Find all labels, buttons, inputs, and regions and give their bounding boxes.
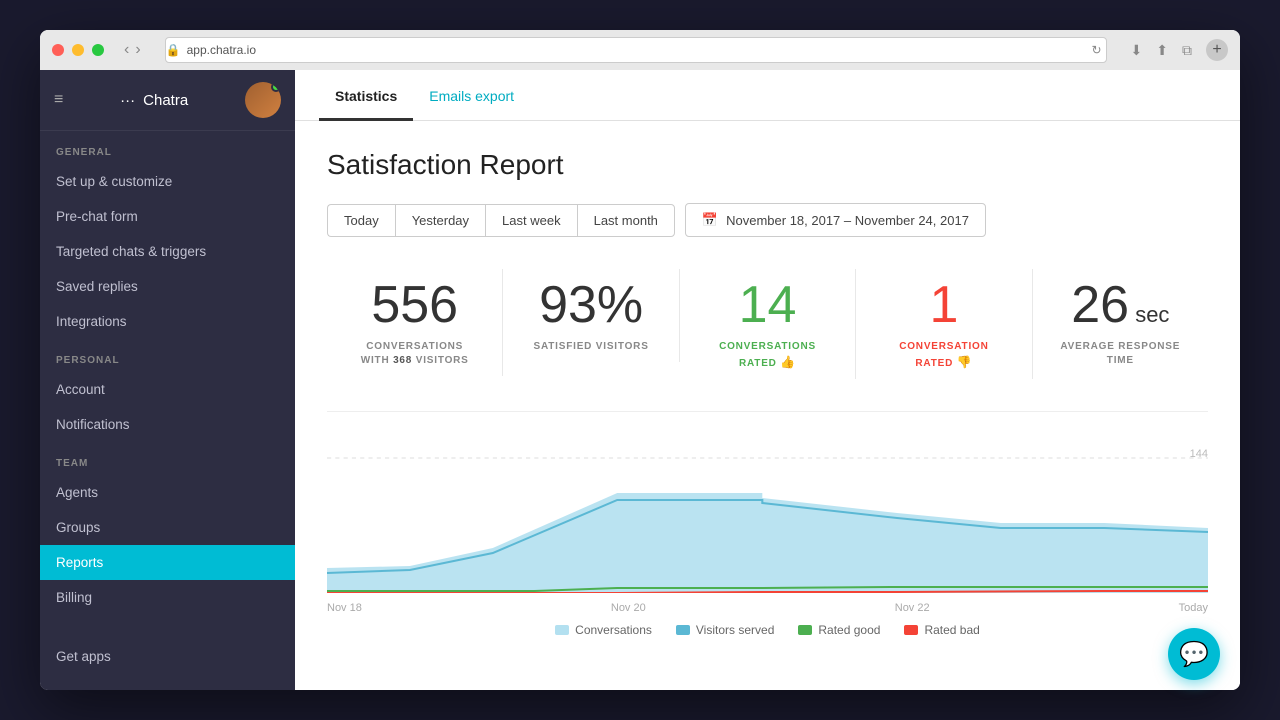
date-range-picker[interactable]: 📅 November 18, 2017 – November 24, 2017 bbox=[685, 203, 986, 237]
new-tab-button[interactable]: + bbox=[1206, 39, 1228, 61]
sidebar-item-account[interactable]: Account bbox=[40, 372, 295, 407]
legend-dot-rated-good bbox=[798, 625, 812, 635]
legend-label-visitors: Visitors served bbox=[696, 623, 774, 637]
browser-nav: ‹ › bbox=[124, 41, 141, 59]
minimize-dot[interactable] bbox=[72, 44, 84, 56]
stat-response-time-label: AVERAGE RESPONSE TIME bbox=[1049, 340, 1192, 368]
page-title: Satisfaction Report bbox=[327, 149, 1208, 181]
stat-rated-good-number: 14 bbox=[696, 277, 839, 334]
window-icon: ⧉ bbox=[1182, 42, 1192, 59]
filter-yesterday[interactable]: Yesterday bbox=[395, 204, 485, 237]
sidebar-item-reports[interactable]: Reports bbox=[40, 545, 295, 580]
tab-statistics[interactable]: Statistics bbox=[319, 70, 413, 121]
sidebar-item-get-apps[interactable]: Get apps bbox=[40, 639, 295, 674]
sidebar-item-saved[interactable]: Saved replies bbox=[40, 269, 295, 304]
tab-emails-export[interactable]: Emails export bbox=[413, 70, 530, 121]
menu-icon[interactable]: ≡ bbox=[54, 91, 63, 109]
calendar-icon: 📅 bbox=[702, 212, 718, 228]
stat-rated-good: 14 CONVERSATIONSRATED 👍 bbox=[680, 269, 856, 379]
stat-satisfied: 93% SATISFIED VISITORS bbox=[503, 269, 679, 362]
filter-today[interactable]: Today bbox=[327, 204, 395, 237]
forward-button[interactable]: › bbox=[135, 41, 140, 59]
legend-rated-bad: Rated bad bbox=[904, 623, 979, 637]
address-bar[interactable]: 🔒 app.chatra.io ↻ bbox=[165, 37, 1107, 63]
x-label-nov20: Nov 20 bbox=[611, 602, 646, 614]
sidebar-item-groups[interactable]: Groups bbox=[40, 510, 295, 545]
sidebar-item-billing[interactable]: Billing bbox=[40, 580, 295, 615]
legend-label-rated-good: Rated good bbox=[818, 623, 880, 637]
chart-svg bbox=[327, 448, 1208, 593]
download-icon: ⬇ bbox=[1131, 42, 1143, 59]
main-content: Statistics Emails export Satisfaction Re… bbox=[295, 70, 1240, 690]
legend-dot-conversations bbox=[555, 625, 569, 635]
maximize-dot[interactable] bbox=[92, 44, 104, 56]
chat-button-icon: 💬 bbox=[1179, 640, 1209, 669]
stats-row: 556 CONVERSATIONSWITH 368 VISITORS 93% S… bbox=[327, 269, 1208, 412]
stat-rated-bad-label: CONVERSATIONRATED 👎 bbox=[872, 340, 1015, 371]
thumbs-down-icon: 👎 bbox=[957, 355, 973, 369]
tab-bar: Statistics Emails export bbox=[295, 70, 1240, 121]
legend-conversations: Conversations bbox=[555, 623, 652, 637]
stat-satisfied-number: 93% bbox=[519, 277, 662, 334]
sidebar-item-targeted[interactable]: Targeted chats & triggers bbox=[40, 234, 295, 269]
avatar-online-indicator bbox=[271, 82, 281, 92]
stat-response-time: 26 sec AVERAGE RESPONSE TIME bbox=[1033, 269, 1208, 376]
share-icon: ⬆ bbox=[1156, 42, 1168, 59]
back-button[interactable]: ‹ bbox=[124, 41, 129, 59]
date-range-text: November 18, 2017 – November 24, 2017 bbox=[726, 213, 969, 228]
stat-rated-good-label: CONVERSATIONSRATED 👍 bbox=[696, 340, 839, 371]
legend-label-rated-bad: Rated bad bbox=[924, 623, 979, 637]
lock-icon: 🔒 bbox=[166, 43, 181, 57]
page-content: Satisfaction Report Today Yesterday Last… bbox=[295, 121, 1240, 690]
filter-last-week[interactable]: Last week bbox=[485, 204, 577, 237]
sidebar-item-agents[interactable]: Agents bbox=[40, 475, 295, 510]
close-dot[interactable] bbox=[52, 44, 64, 56]
legend-rated-good: Rated good bbox=[798, 623, 880, 637]
filter-last-month[interactable]: Last month bbox=[577, 204, 675, 237]
sidebar-item-setup[interactable]: Set up & customize bbox=[40, 164, 295, 199]
chart-x-labels: Nov 18 Nov 20 Nov 22 Today bbox=[327, 598, 1208, 618]
sidebar-item-prechat[interactable]: Pre-chat form bbox=[40, 199, 295, 234]
stat-rated-bad: 1 CONVERSATIONRATED 👎 bbox=[856, 269, 1032, 379]
stat-conversations-label: CONVERSATIONSWITH 368 VISITORS bbox=[343, 340, 486, 368]
sidebar: ≡ ··· Chatra GENERAL Set up & customize … bbox=[40, 70, 295, 690]
stat-rated-bad-number: 1 bbox=[872, 277, 1015, 334]
chart-max-label: 144 bbox=[1190, 448, 1208, 460]
brand-name: Chatra bbox=[143, 92, 188, 109]
chart-legend: Conversations Visitors served Rated good… bbox=[327, 623, 1208, 637]
browser-actions: ⬇ ⬆ ⧉ + bbox=[1131, 39, 1228, 61]
sidebar-brand: ··· Chatra bbox=[120, 92, 188, 109]
stat-satisfied-label: SATISFIED VISITORS bbox=[519, 340, 662, 354]
thumbs-up-icon: 👍 bbox=[780, 355, 796, 369]
refresh-icon[interactable]: ↻ bbox=[1091, 43, 1101, 57]
x-label-nov22: Nov 22 bbox=[895, 602, 930, 614]
url-text: app.chatra.io bbox=[187, 43, 256, 57]
x-label-today: Today bbox=[1179, 602, 1208, 614]
stat-response-time-number: 26 sec bbox=[1049, 277, 1192, 334]
sidebar-item-notifications[interactable]: Notifications bbox=[40, 407, 295, 442]
app-container: ≡ ··· Chatra GENERAL Set up & customize … bbox=[40, 70, 1240, 690]
legend-visitors: Visitors served bbox=[676, 623, 774, 637]
sidebar-item-integrations[interactable]: Integrations bbox=[40, 304, 295, 339]
section-label-team: TEAM bbox=[40, 442, 295, 475]
avatar[interactable] bbox=[245, 82, 281, 118]
section-label-general: GENERAL bbox=[40, 131, 295, 164]
sidebar-bottom: Get apps bbox=[40, 639, 295, 690]
x-label-nov18: Nov 18 bbox=[327, 602, 362, 614]
chart-area: 144 Nov bbox=[327, 448, 1208, 613]
stat-conversations: 556 CONVERSATIONSWITH 368 VISITORS bbox=[327, 269, 503, 376]
chat-button[interactable]: 💬 bbox=[1168, 628, 1220, 680]
date-filters: Today Yesterday Last week Last month 📅 N… bbox=[327, 203, 1208, 237]
legend-dot-visitors bbox=[676, 625, 690, 635]
sidebar-header: ≡ ··· Chatra bbox=[40, 70, 295, 131]
stat-conversations-number: 556 bbox=[343, 277, 486, 334]
brand-more-icon: ··· bbox=[120, 92, 135, 109]
legend-dot-rated-bad bbox=[904, 625, 918, 635]
browser-titlebar: ‹ › 🔒 app.chatra.io ↻ ⬇ ⬆ ⧉ + bbox=[40, 30, 1240, 70]
legend-label-conversations: Conversations bbox=[575, 623, 652, 637]
section-label-personal: PERSONAL bbox=[40, 339, 295, 372]
